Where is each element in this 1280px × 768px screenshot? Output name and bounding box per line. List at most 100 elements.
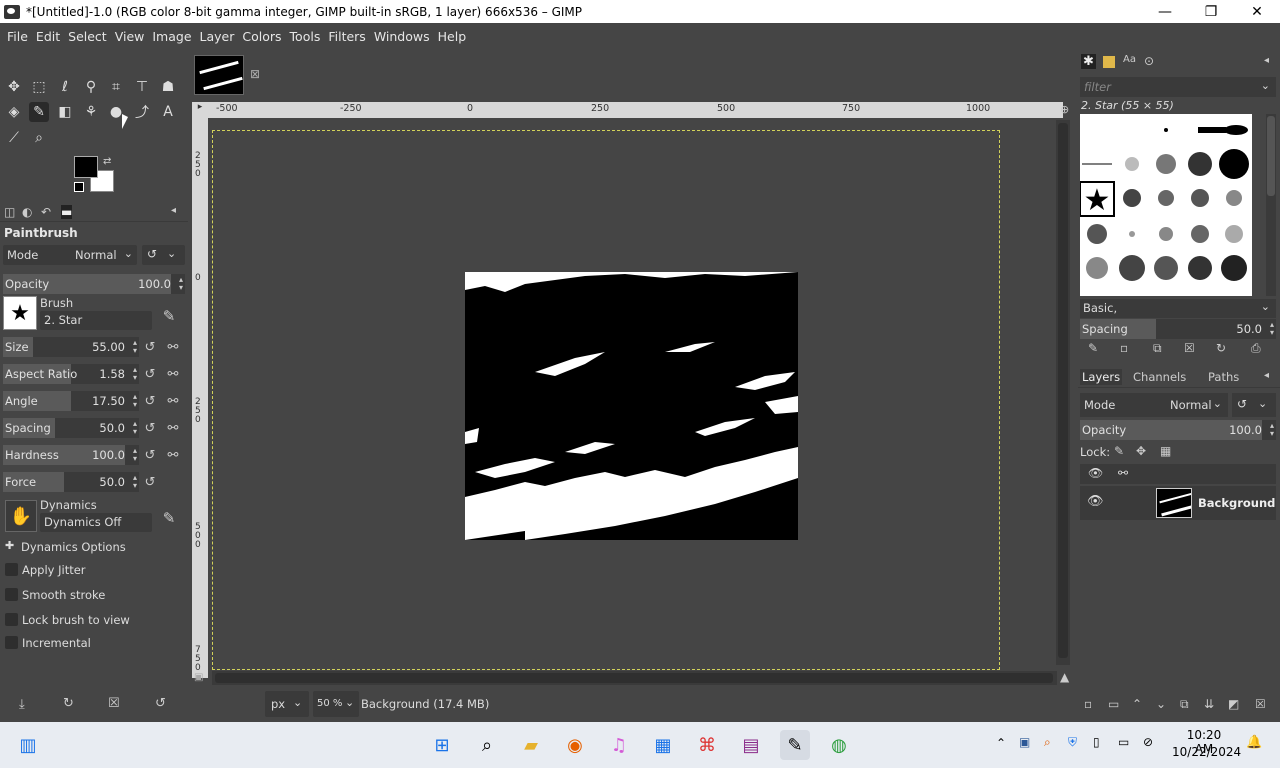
volume-muted-tray-icon[interactable]: ⊘ [1143,735,1153,749]
acrobat-icon[interactable]: ⌘ [692,730,722,760]
device-status-tab-icon[interactable]: ◐ [22,205,32,219]
patterns-tab-icon[interactable] [1103,56,1115,68]
notification-bell-icon[interactable]: 🔔 [1246,735,1262,750]
tool-options-tab-icon[interactable]: ◫ [4,205,15,219]
delete-layer-icon[interactable]: ☒ [1255,697,1266,711]
size-link-icon[interactable]: ⚯ [164,337,182,357]
raise-layer-icon[interactable]: ⌃ [1132,697,1142,711]
rect-select-tool-icon[interactable]: ⬚ [29,77,49,97]
menu-tools[interactable]: Tools [286,29,325,44]
dynamics-preview-icon[interactable]: ✋ [5,500,37,532]
layer-mode-reset[interactable]: ↺ ⌄ [1232,393,1276,417]
fonts-tab-icon[interactable]: Aa [1123,54,1136,65]
network-tray-icon[interactable]: ▭ [1118,735,1129,749]
edit-dynamics-icon[interactable]: ✎ [160,508,178,528]
angle-link-icon[interactable]: ⚯ [164,391,182,411]
paths-tool-icon[interactable]: ⤴ [132,102,152,122]
crop-tool-icon[interactable]: ⌗ [106,77,126,97]
aspect-ratio-reset-icon[interactable]: ↺ [141,364,159,384]
widgets-icon[interactable]: ▥ [13,730,43,760]
close-button[interactable]: ✕ [1234,0,1280,23]
lower-layer-icon[interactable]: ⌄ [1156,697,1166,711]
unit-select[interactable]: px ⌄ [265,691,309,717]
horizontal-scrollbar[interactable] [212,671,1057,685]
chrome-icon[interactable]: ◍ [824,730,854,760]
vertical-scrollbar[interactable] [1056,120,1070,665]
menu-file[interactable]: File [3,29,32,44]
brush-tag-field[interactable]: Basic, ⌄ [1080,299,1276,318]
usb-tray-icon[interactable]: ▯ [1093,735,1100,749]
angle-reset-icon[interactable]: ↺ [141,391,159,411]
new-layer-group-icon[interactable]: ▭ [1108,697,1119,711]
spacing-link-icon[interactable]: ⚯ [164,418,182,438]
tab-layers[interactable]: Layers [1080,369,1123,385]
duplicate-layer-icon[interactable]: ⧉ [1180,697,1189,712]
new-brush-icon[interactable]: ▫ [1120,341,1128,355]
text-tool-icon[interactable]: A [158,102,178,122]
delete-brush-icon[interactable]: ☒ [1184,341,1195,355]
restore-options-icon[interactable]: ↻ [63,696,74,711]
dynamics-name-field[interactable]: Dynamics Off [40,513,152,532]
spacing-slider[interactable]: Spacing 50.0 ▴ ▾ [3,418,139,438]
file-explorer-icon[interactable]: ▰ [516,730,546,760]
clone-tool-icon[interactable]: ⚘ [81,102,101,122]
scroll-thumb[interactable] [1058,123,1068,658]
angle-slider[interactable]: Angle 17.50 ▴ ▾ [3,391,139,411]
swap-colors-icon[interactable]: ⇄ [103,156,111,167]
incremental-checkbox[interactable] [5,636,18,649]
force-reset-icon[interactable]: ↺ [141,472,159,492]
brush-preview-star-icon[interactable]: ★ [3,296,37,330]
tab-channels[interactable]: Channels [1133,370,1186,384]
brush-grid[interactable]: ★ [1080,114,1252,296]
paintbrush-tool-icon[interactable]: ✎ [29,102,49,122]
brush-name-field[interactable]: 2. Star [40,311,152,330]
hardness-link-icon[interactable]: ⚯ [164,445,182,465]
store-icon[interactable]: ▦ [648,730,678,760]
tab-paths[interactable]: Paths [1208,370,1239,384]
new-layer-icon[interactable]: ▫ [1084,697,1092,711]
image-canvas[interactable] [465,272,798,540]
tray-chevron-icon[interactable]: ⌃ [996,736,1006,750]
start-icon[interactable]: ⊞ [427,730,457,760]
layer-name[interactable]: Background [1198,496,1275,510]
zoom-to-fit-icon[interactable]: ⊕ [1060,103,1069,116]
configure-tab-icon[interactable]: ◂ [171,205,176,216]
menu-colors[interactable]: Colors [238,29,285,44]
bucket-fill-tool-icon[interactable]: ◈ [4,102,24,122]
scroll-thumb[interactable] [215,673,1053,683]
layer-visibility-eye-icon[interactable]: 👁 [1087,494,1104,509]
aspect-ratio-link-icon[interactable]: ⚯ [164,364,182,384]
menu-view[interactable]: View [111,29,149,44]
search-icon[interactable]: ⌕ [472,730,502,760]
zoom-select[interactable]: 50 % ⌄ [313,691,359,717]
aspect-ratio-slider[interactable]: Aspect Ratio 1.58 ▴ ▾ [3,364,139,384]
dynamics-options-expander[interactable]: Dynamics Options [21,540,126,554]
mode-reset-button[interactable]: ↺ ⌄ [142,245,185,265]
lock-alpha-icon[interactable]: ▦ [1160,444,1171,458]
force-slider[interactable]: Force 50.0 ▴ ▾ [3,472,139,492]
refresh-brushes-icon[interactable]: ↻ [1216,341,1226,355]
lock-brush-checkbox[interactable] [5,613,18,626]
itunes-icon[interactable]: ♫ [604,730,634,760]
warp-transform-tool-icon[interactable]: ☗ [158,77,178,97]
merge-layer-icon[interactable]: ⇊ [1204,697,1214,711]
menu-layer[interactable]: Layer [196,29,239,44]
brush-spacing-slider[interactable]: Spacing 50.0 ▴ ▾ [1080,319,1276,339]
quick-mask-icon[interactable]: ▣ [194,672,203,683]
foreground-color-swatch[interactable] [74,156,98,178]
configure-tab-icon[interactable]: ◂ [1264,370,1269,381]
firefox-icon[interactable]: ◉ [560,730,590,760]
minimize-button[interactable]: — [1142,0,1188,23]
brushes-tab-icon[interactable]: ✱ [1081,54,1096,69]
eraser-tool-icon[interactable]: ◧ [55,102,75,122]
images-tab-icon[interactable]: ▬ [61,205,73,219]
teams-tray-icon[interactable]: ▣ [1019,735,1030,749]
default-colors-icon[interactable] [74,182,84,192]
expand-icon[interactable]: ✚ [5,539,14,552]
opacity-slider[interactable]: Opacity 100.0 ▴ ▾ [3,274,185,294]
zoom-tool-icon[interactable]: ⌕ [29,128,49,148]
apply-jitter-checkbox[interactable] [5,563,18,576]
save-options-icon[interactable]: ⤓ [19,697,25,712]
fuzzy-select-tool-icon[interactable]: ⚲ [81,77,101,97]
mode-select[interactable]: Mode Normal ⌄ [3,245,137,265]
